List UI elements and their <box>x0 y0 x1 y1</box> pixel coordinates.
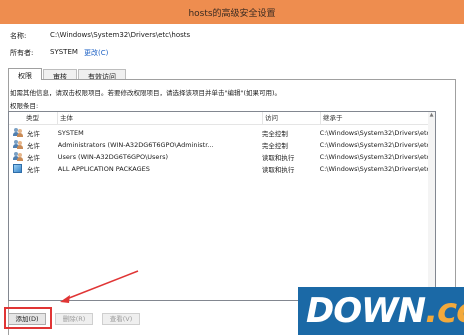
watermark-text: DOWN <box>306 291 426 331</box>
annotation-arrow-icon <box>60 270 139 303</box>
remove-button[interactable]: 删除(R) <box>55 313 93 325</box>
watermark-logo: DOWN.cc <box>298 287 464 335</box>
view-button[interactable]: 查看(V) <box>102 313 140 325</box>
add-button-highlight <box>4 307 52 329</box>
watermark-suffix: .cc <box>425 291 464 331</box>
tab-permissions[interactable]: 权限 <box>8 68 42 80</box>
